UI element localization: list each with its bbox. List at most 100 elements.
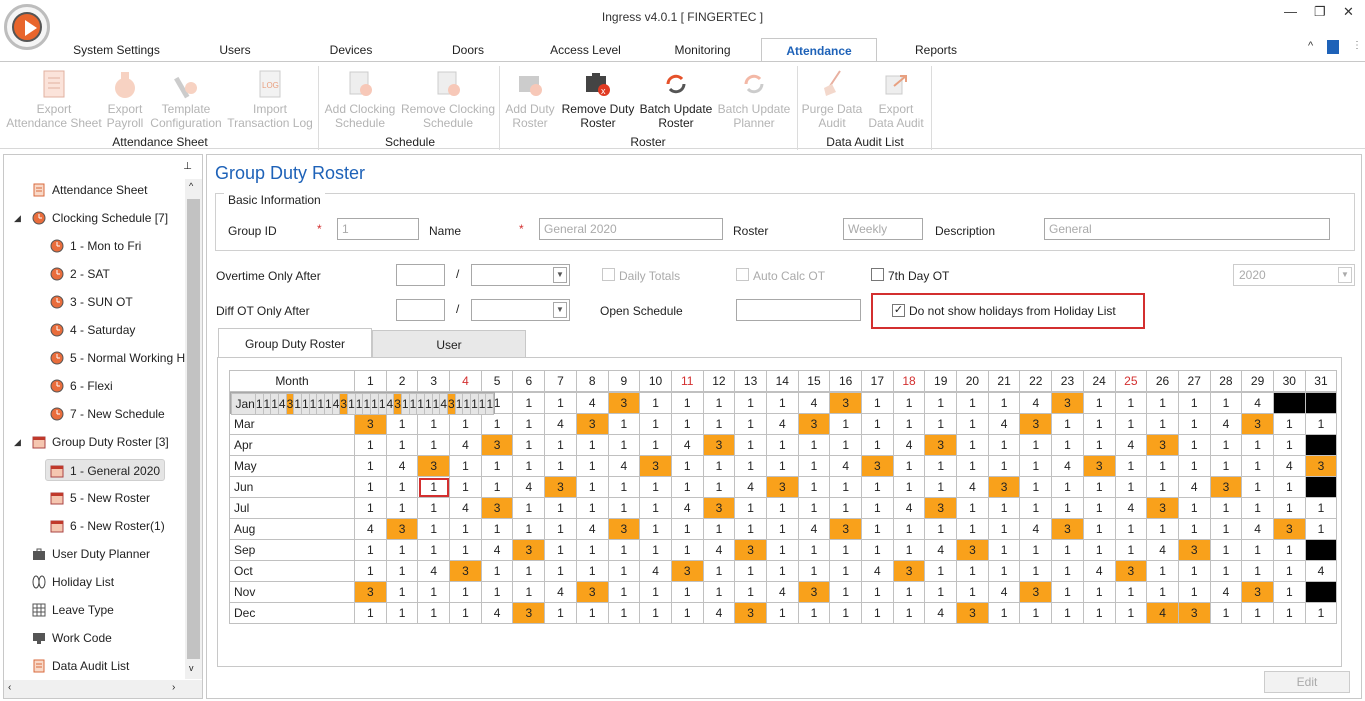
roster-cell[interactable]: 3 — [861, 455, 894, 477]
roster-cell[interactable]: 1 — [1082, 602, 1116, 624]
roster-cell[interactable]: 4 — [956, 476, 989, 498]
scroll-down-icon[interactable]: v — [189, 663, 194, 673]
roster-cell[interactable]: 1 — [924, 581, 958, 603]
roster-cell[interactable]: 4 — [277, 393, 287, 415]
open-schedule-field[interactable] — [736, 299, 861, 321]
roster-cell[interactable]: 1 — [1177, 581, 1211, 603]
roster-cell[interactable]: 3 — [1051, 518, 1084, 540]
roster-cell[interactable]: 1 — [1241, 455, 1274, 477]
roster-cell[interactable]: 1 — [480, 455, 514, 477]
roster-cell[interactable]: 3 — [354, 413, 387, 435]
group-id-field[interactable]: 1 — [337, 218, 419, 240]
roster-cell[interactable]: 1 — [385, 581, 419, 603]
roster-cell[interactable]: 1 — [734, 413, 767, 435]
roster-cell[interactable]: 4 — [1082, 560, 1116, 582]
roster-cell[interactable]: 3 — [702, 497, 736, 519]
pin-icon[interactable]: ⊥ — [183, 161, 192, 172]
roster-cell[interactable]: 1 — [1146, 392, 1179, 414]
sidebar-item[interactable]: Clocking Schedule [7] — [32, 207, 168, 229]
roster-cell[interactable]: 3 — [385, 518, 419, 540]
roster-cell[interactable]: 3 — [829, 392, 862, 414]
roster-cell[interactable]: 3 — [1146, 434, 1179, 456]
roster-cell[interactable]: 1 — [1082, 539, 1116, 561]
roster-cell[interactable]: 1 — [702, 518, 736, 540]
roster-cell[interactable] — [1304, 434, 1338, 456]
roster-cell[interactable]: 4 — [1114, 497, 1148, 519]
roster-cell[interactable]: 1 — [1177, 518, 1211, 540]
roster-cell[interactable]: 1 — [797, 539, 831, 561]
roster-cell[interactable]: 1 — [892, 602, 926, 624]
roster-cell[interactable]: 1 — [987, 602, 1021, 624]
roster-cell[interactable]: 1 — [702, 581, 736, 603]
roster-cell[interactable]: 1 — [1019, 455, 1053, 477]
roster-cell[interactable]: 1 — [449, 602, 482, 624]
sidebar-item[interactable]: 6 - New Roster(1) — [50, 515, 165, 537]
roster-cell[interactable]: 1 — [385, 602, 419, 624]
roster-cell[interactable]: 3 — [1272, 518, 1306, 540]
roster-cell[interactable]: 1 — [1209, 497, 1243, 519]
roster-cell[interactable]: 4 — [449, 497, 482, 519]
roster-cell[interactable]: 1 — [702, 413, 736, 435]
roster-cell[interactable]: 3 — [1114, 560, 1148, 582]
roster-cell[interactable]: 3 — [1209, 476, 1243, 498]
roster-cell[interactable]: 3 — [393, 393, 402, 415]
purge-data-audit-button[interactable]: Purge Data Audit — [800, 68, 864, 130]
sidebar-item[interactable]: 7 - New Schedule — [50, 403, 165, 425]
table-row[interactable]: Mar 3 1 1 1 1 1 4 3 1 1 1 1 1 4 3 1 1 1 1 1 4 3 1 1 1 1 1 4 3 1 1 — [229, 413, 1338, 435]
roster-cell[interactable]: 1 — [575, 455, 609, 477]
roster-cell[interactable]: 3 — [829, 518, 862, 540]
roster-cell[interactable]: 1 — [1241, 602, 1274, 624]
roster-cell[interactable]: 1 — [607, 602, 641, 624]
roster-cell[interactable]: 1 — [734, 518, 767, 540]
roster-cell[interactable]: 1 — [449, 413, 482, 435]
roster-cell[interactable]: 3 — [607, 518, 641, 540]
roster-cell[interactable]: 1 — [454, 393, 464, 415]
roster-cell[interactable]: 1 — [1241, 560, 1274, 582]
year-select[interactable]: 2020 ▼ — [1233, 264, 1355, 286]
roster-cell[interactable]: 1 — [1272, 413, 1306, 435]
roster-cell[interactable] — [1272, 392, 1306, 414]
remove-duty-roster-button[interactable]: x Remove Duty Roster — [558, 68, 638, 130]
roster-cell[interactable]: 1 — [308, 393, 318, 415]
roster-cell[interactable]: 1 — [1051, 602, 1084, 624]
roster-cell[interactable]: 1 — [1272, 560, 1306, 582]
roster-cell[interactable]: 1 — [734, 497, 767, 519]
roster-cell[interactable]: 1 — [544, 392, 577, 414]
roster-cell[interactable]: 1 — [544, 560, 577, 582]
roster-cell[interactable]: 1 — [1114, 413, 1148, 435]
tab-access-level[interactable]: Access Level — [538, 38, 633, 62]
roster-cell[interactable]: 1 — [1051, 539, 1084, 561]
roster-cell[interactable]: 1 — [1114, 455, 1148, 477]
roster-cell[interactable]: 1 — [512, 581, 546, 603]
roster-cell[interactable]: 1 — [408, 393, 418, 415]
roster-cell[interactable]: 1 — [639, 476, 672, 498]
roster-cell[interactable]: 1 — [470, 393, 479, 415]
roster-cell[interactable]: 1 — [480, 581, 514, 603]
roster-cell[interactable]: 4 — [1209, 581, 1243, 603]
roster-cell[interactable]: 4 — [924, 602, 958, 624]
roster-cell[interactable]: 1 — [575, 539, 609, 561]
sidebar-item[interactable]: 3 - SUN OT — [50, 291, 133, 313]
roster-cell[interactable]: 1 — [639, 602, 672, 624]
sidebar-item[interactable]: Holiday List — [32, 571, 114, 593]
roster-cell[interactable]: 4 — [544, 413, 577, 435]
roster-cell[interactable]: 1 — [924, 476, 958, 498]
roster-cell[interactable]: 1 — [1051, 434, 1084, 456]
roster-cell[interactable]: 1 — [1082, 476, 1116, 498]
roster-cell[interactable]: 1 — [1304, 413, 1338, 435]
roster-cell[interactable]: 1 — [670, 539, 704, 561]
roster-cell[interactable]: 1 — [829, 539, 862, 561]
roster-cell[interactable]: 1 — [797, 497, 831, 519]
roster-cell[interactable]: 1 — [797, 455, 831, 477]
roster-cell[interactable]: 3 — [670, 560, 704, 582]
roster-cell[interactable]: 1 — [575, 560, 609, 582]
roster-cell[interactable]: 1 — [987, 560, 1021, 582]
overtime-value-field[interactable] — [396, 264, 445, 286]
roster-cell[interactable]: 3 — [924, 497, 958, 519]
roster-cell[interactable]: 1 — [449, 581, 482, 603]
roster-cell[interactable]: 1 — [734, 434, 767, 456]
roster-cell[interactable]: 3 — [607, 392, 641, 414]
roster-cell[interactable]: 1 — [829, 602, 862, 624]
roster-cell[interactable]: 4 — [354, 518, 387, 540]
roster-cell[interactable]: 1 — [1146, 518, 1179, 540]
